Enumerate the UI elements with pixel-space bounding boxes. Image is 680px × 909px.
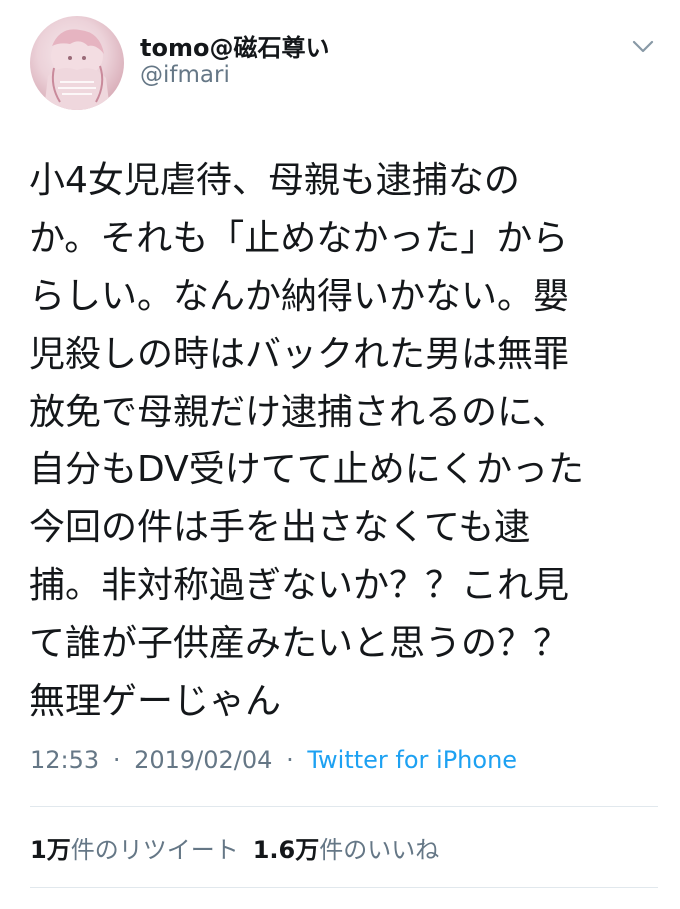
tweet-detail: tomo@磁石尊い @ifmari 小4女児虐待、母親も逮捕なの か。それも「止… bbox=[0, 0, 680, 909]
retweets-link[interactable]: 1万件のリツイート bbox=[30, 836, 239, 864]
tweet-text-line: 今回の件は手を出さなくても逮 bbox=[29, 507, 531, 549]
tweet-meta: 12:53 · 2019/02/04 · Twitter for iPhone bbox=[30, 746, 517, 774]
tweet-text-line: 自分もDV受けてて止めにくかった bbox=[29, 449, 584, 491]
tweet-text: 小4女児虐待、母親も逮捕なの か。それも「止めなかった」から らしい。なんか納得… bbox=[29, 152, 649, 731]
tweet-text-line: 小4女児虐待、母親も逮捕なの bbox=[29, 160, 520, 201]
retweet-count: 1万 bbox=[30, 836, 71, 864]
like-count: 1.6万 bbox=[252, 836, 320, 864]
meta-separator: · bbox=[112, 746, 121, 774]
tweet-text-line: らしい。なんか納得いかない。嬰 bbox=[29, 275, 570, 317]
tweet-time: 12:53 bbox=[30, 746, 100, 774]
tweet-text-line: 無理ゲーじゃん bbox=[29, 681, 282, 723]
divider bbox=[30, 887, 658, 888]
tweet-text-line: か。それも「止めなかった」から bbox=[29, 217, 569, 259]
likes-link[interactable]: 1.6万件のいいね bbox=[253, 836, 440, 864]
avatar-illustration bbox=[44, 29, 110, 110]
chevron-down-icon[interactable] bbox=[629, 36, 657, 58]
user-handle[interactable]: @ifmari bbox=[140, 62, 230, 88]
tweet-text-line: 捕。非対称過ぎないか？？これ見 bbox=[29, 565, 570, 607]
divider bbox=[30, 806, 658, 807]
like-label: 件のいいね bbox=[319, 836, 440, 864]
display-name[interactable]: tomo@磁石尊い bbox=[140, 28, 329, 63]
avatar[interactable] bbox=[30, 16, 124, 110]
meta-separator: · bbox=[286, 746, 294, 774]
tweet-text-line: 放免で母親だけ逮捕されるのに、 bbox=[29, 391, 568, 433]
tweet-date: 2019/02/04 bbox=[134, 746, 273, 774]
tweet-text-line: 児殺しの時はバックれた男は無罪 bbox=[29, 333, 570, 375]
tweet-source-link[interactable]: Twitter for iPhone bbox=[307, 746, 517, 774]
tweet-stats: 1万件のリツイート 1.6万件のいいね bbox=[30, 830, 439, 865]
retweet-label: 件のリツイート bbox=[70, 836, 239, 864]
tweet-text-line: て誰が子供産みたいと思うの？？ bbox=[29, 623, 570, 665]
